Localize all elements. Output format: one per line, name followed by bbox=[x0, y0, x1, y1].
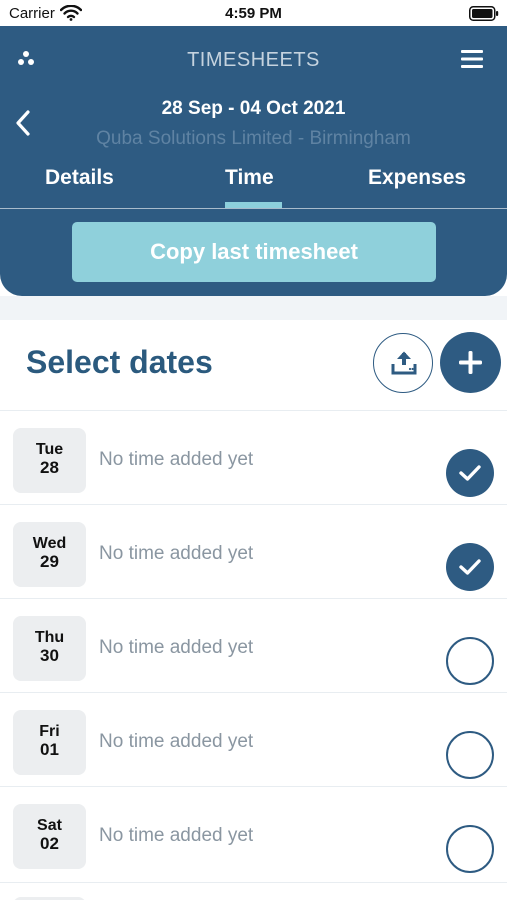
day-number: 28 bbox=[40, 458, 59, 477]
date-tile: Fri 01 bbox=[13, 710, 86, 775]
time-status: No time added yet bbox=[99, 543, 254, 564]
select-day-checkbox[interactable] bbox=[446, 543, 494, 591]
select-day-checkbox[interactable] bbox=[446, 731, 494, 779]
time-status: No time added yet bbox=[99, 825, 254, 846]
day-row[interactable]: Sat 02 No time added yet bbox=[0, 786, 507, 880]
add-time-button[interactable] bbox=[440, 332, 501, 393]
date-tile: Thu 30 bbox=[13, 616, 86, 681]
check-icon bbox=[459, 559, 481, 575]
section-title: Select dates bbox=[26, 344, 213, 380]
copy-last-timesheet-button[interactable]: Copy last timesheet bbox=[72, 222, 436, 282]
date-tile: Sat 02 bbox=[13, 804, 86, 869]
day-of-week: Sat bbox=[37, 817, 62, 834]
date-tile: Wed 29 bbox=[13, 522, 86, 587]
menu-icon[interactable] bbox=[461, 50, 483, 68]
day-number: 02 bbox=[40, 834, 59, 853]
status-time: 4:59 PM bbox=[225, 5, 282, 22]
day-row[interactable]: Thu 30 No time added yet bbox=[0, 598, 507, 692]
date-tile: Tue 28 bbox=[13, 428, 86, 493]
time-status: No time added yet bbox=[99, 449, 254, 470]
upload-icon bbox=[391, 351, 417, 375]
day-row[interactable]: Fri 01 No time added yet bbox=[0, 692, 507, 786]
day-of-week: Fri bbox=[39, 723, 60, 740]
timesheet-header: TIMESHEETS 28 Sep - 04 Oct 2021 Quba Sol… bbox=[0, 26, 507, 296]
check-icon bbox=[459, 465, 481, 481]
select-day-checkbox[interactable] bbox=[446, 825, 494, 873]
day-of-week: Tue bbox=[35, 441, 64, 458]
day-number: 29 bbox=[40, 552, 59, 571]
status-bar: Carrier 4:59 PM bbox=[0, 0, 507, 28]
tab-expenses[interactable]: Expenses bbox=[368, 166, 466, 190]
day-of-week: Thu bbox=[34, 629, 65, 646]
select-day-checkbox[interactable] bbox=[446, 637, 494, 685]
day-row[interactable]: Wed 29 No time added yet bbox=[0, 504, 507, 598]
time-status: No time added yet bbox=[99, 731, 254, 752]
time-status: No time added yet bbox=[99, 637, 254, 658]
battery-icon bbox=[469, 6, 499, 21]
day-number: 01 bbox=[40, 740, 59, 759]
day-number: 30 bbox=[40, 646, 59, 665]
tab-time[interactable]: Time bbox=[225, 166, 274, 190]
company-name: Quba Solutions Limited - Birmingham bbox=[96, 128, 411, 149]
day-row-partial[interactable] bbox=[0, 882, 507, 900]
tab-details[interactable]: Details bbox=[45, 166, 114, 190]
week-range: 28 Sep - 04 Oct 2021 bbox=[161, 98, 346, 119]
select-day-checkbox[interactable] bbox=[446, 449, 494, 497]
day-row[interactable]: Tue 28 No time added yet bbox=[0, 410, 507, 504]
page-title: TIMESHEETS bbox=[187, 49, 320, 71]
day-of-week: Wed bbox=[32, 535, 67, 552]
tabs-divider bbox=[0, 208, 507, 209]
plus-icon bbox=[459, 351, 482, 374]
upload-button[interactable] bbox=[373, 333, 433, 393]
section-separator bbox=[0, 296, 507, 320]
